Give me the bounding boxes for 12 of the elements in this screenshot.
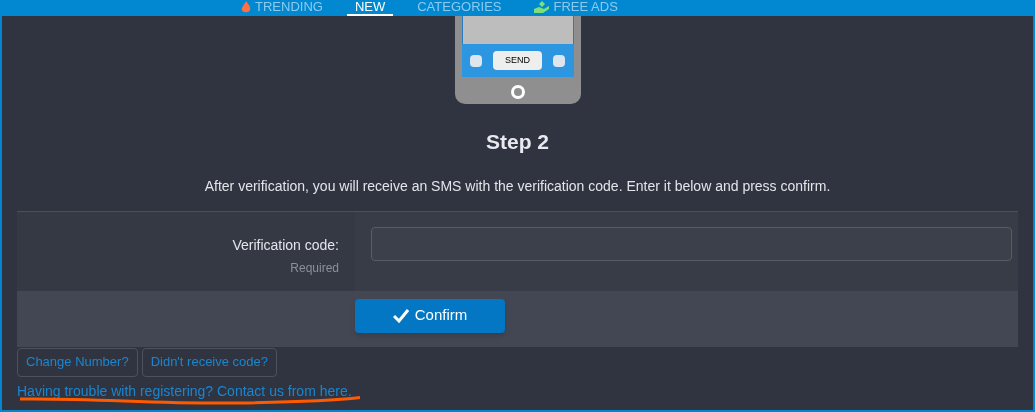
step-title: Step 2 <box>485 129 550 155</box>
phone-drawing: SEND <box>454 16 581 104</box>
help-link[interactable]: Having trouble with registering? Contact us from here. <box>17 382 352 399</box>
field-label: Verification code: <box>232 235 339 255</box>
link-button[interactable]: Change Number? <box>17 347 138 377</box>
instructions-text: After verification, you will receive an SMS with the verification code. Enter it below and press confirm. <box>203 176 832 196</box>
confirm-button[interactable]: Confirm <box>355 298 505 333</box>
required-hint: Required <box>290 259 339 277</box>
link-button[interactable]: Didn't receive code? <box>141 347 277 377</box>
nav-tab[interactable]: TRENDING <box>233 0 331 16</box>
nav-tab[interactable]: FREE ADS <box>525 0 626 16</box>
nav-tab[interactable]: CATEGORIES <box>409 0 510 16</box>
